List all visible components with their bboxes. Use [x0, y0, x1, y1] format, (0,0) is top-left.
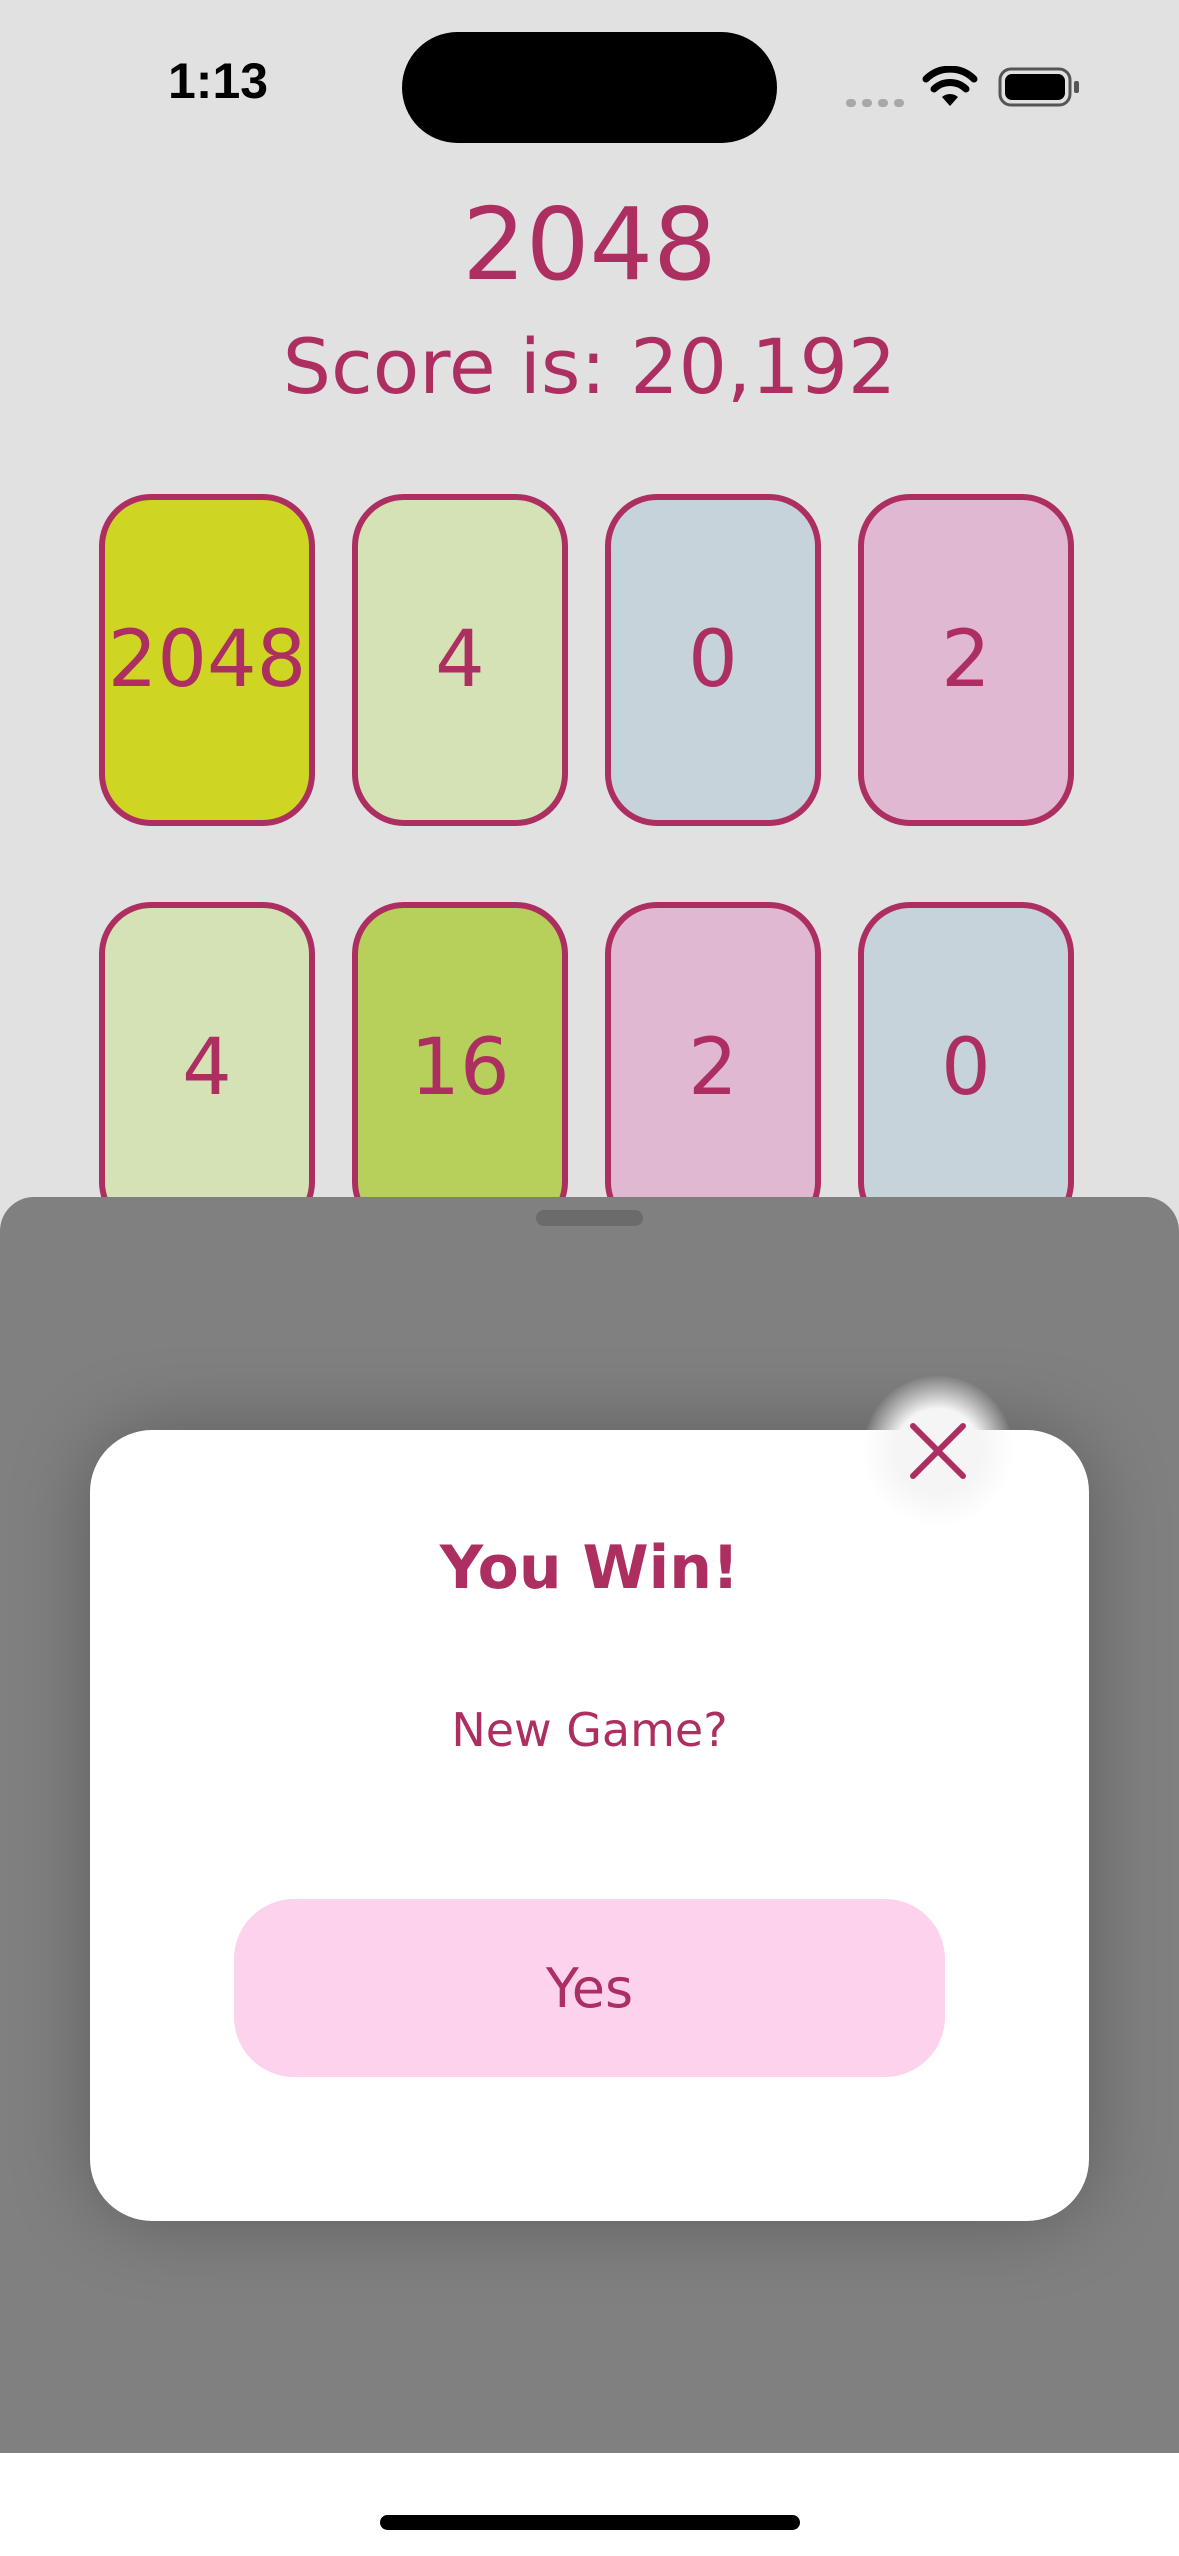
score-text: Score is: 20,192: [282, 322, 897, 411]
tile-value: 2: [688, 1023, 738, 1113]
home-area: [0, 2453, 1179, 2556]
tile-value: 4: [182, 1023, 232, 1113]
dialog-message: New Game?: [451, 1703, 728, 1757]
dialog-title: You Win!: [439, 1533, 740, 1603]
tile: 4: [99, 902, 315, 1234]
tile: 2048: [99, 494, 315, 826]
sheet-grabber[interactable]: [536, 1210, 643, 1226]
dynamic-island: [402, 32, 777, 143]
yes-button-label: Yes: [545, 1956, 634, 2020]
signal-icon: [846, 99, 904, 107]
battery-icon: [998, 67, 1079, 107]
status-time: 1:13: [168, 53, 269, 109]
tile-value: 0: [688, 615, 738, 705]
tile: 4: [352, 494, 568, 826]
tile-value: 2: [941, 615, 991, 705]
home-indicator[interactable]: [380, 2515, 800, 2530]
wifi-icon: [922, 66, 978, 106]
tile-value: 0: [941, 1023, 991, 1113]
tile: 2: [858, 494, 1074, 826]
tile: 0: [605, 494, 821, 826]
close-button[interactable]: [863, 1376, 1013, 1526]
tile-value: 16: [410, 1023, 510, 1113]
close-icon: [910, 1423, 966, 1479]
tile: 0: [858, 902, 1074, 1234]
tile-value: 4: [435, 615, 485, 705]
game-title: 2048: [462, 186, 717, 303]
tile: 16: [352, 902, 568, 1234]
tile: 2: [605, 902, 821, 1234]
yes-button[interactable]: Yes: [234, 1899, 945, 2077]
tile-value: 2048: [107, 615, 307, 705]
